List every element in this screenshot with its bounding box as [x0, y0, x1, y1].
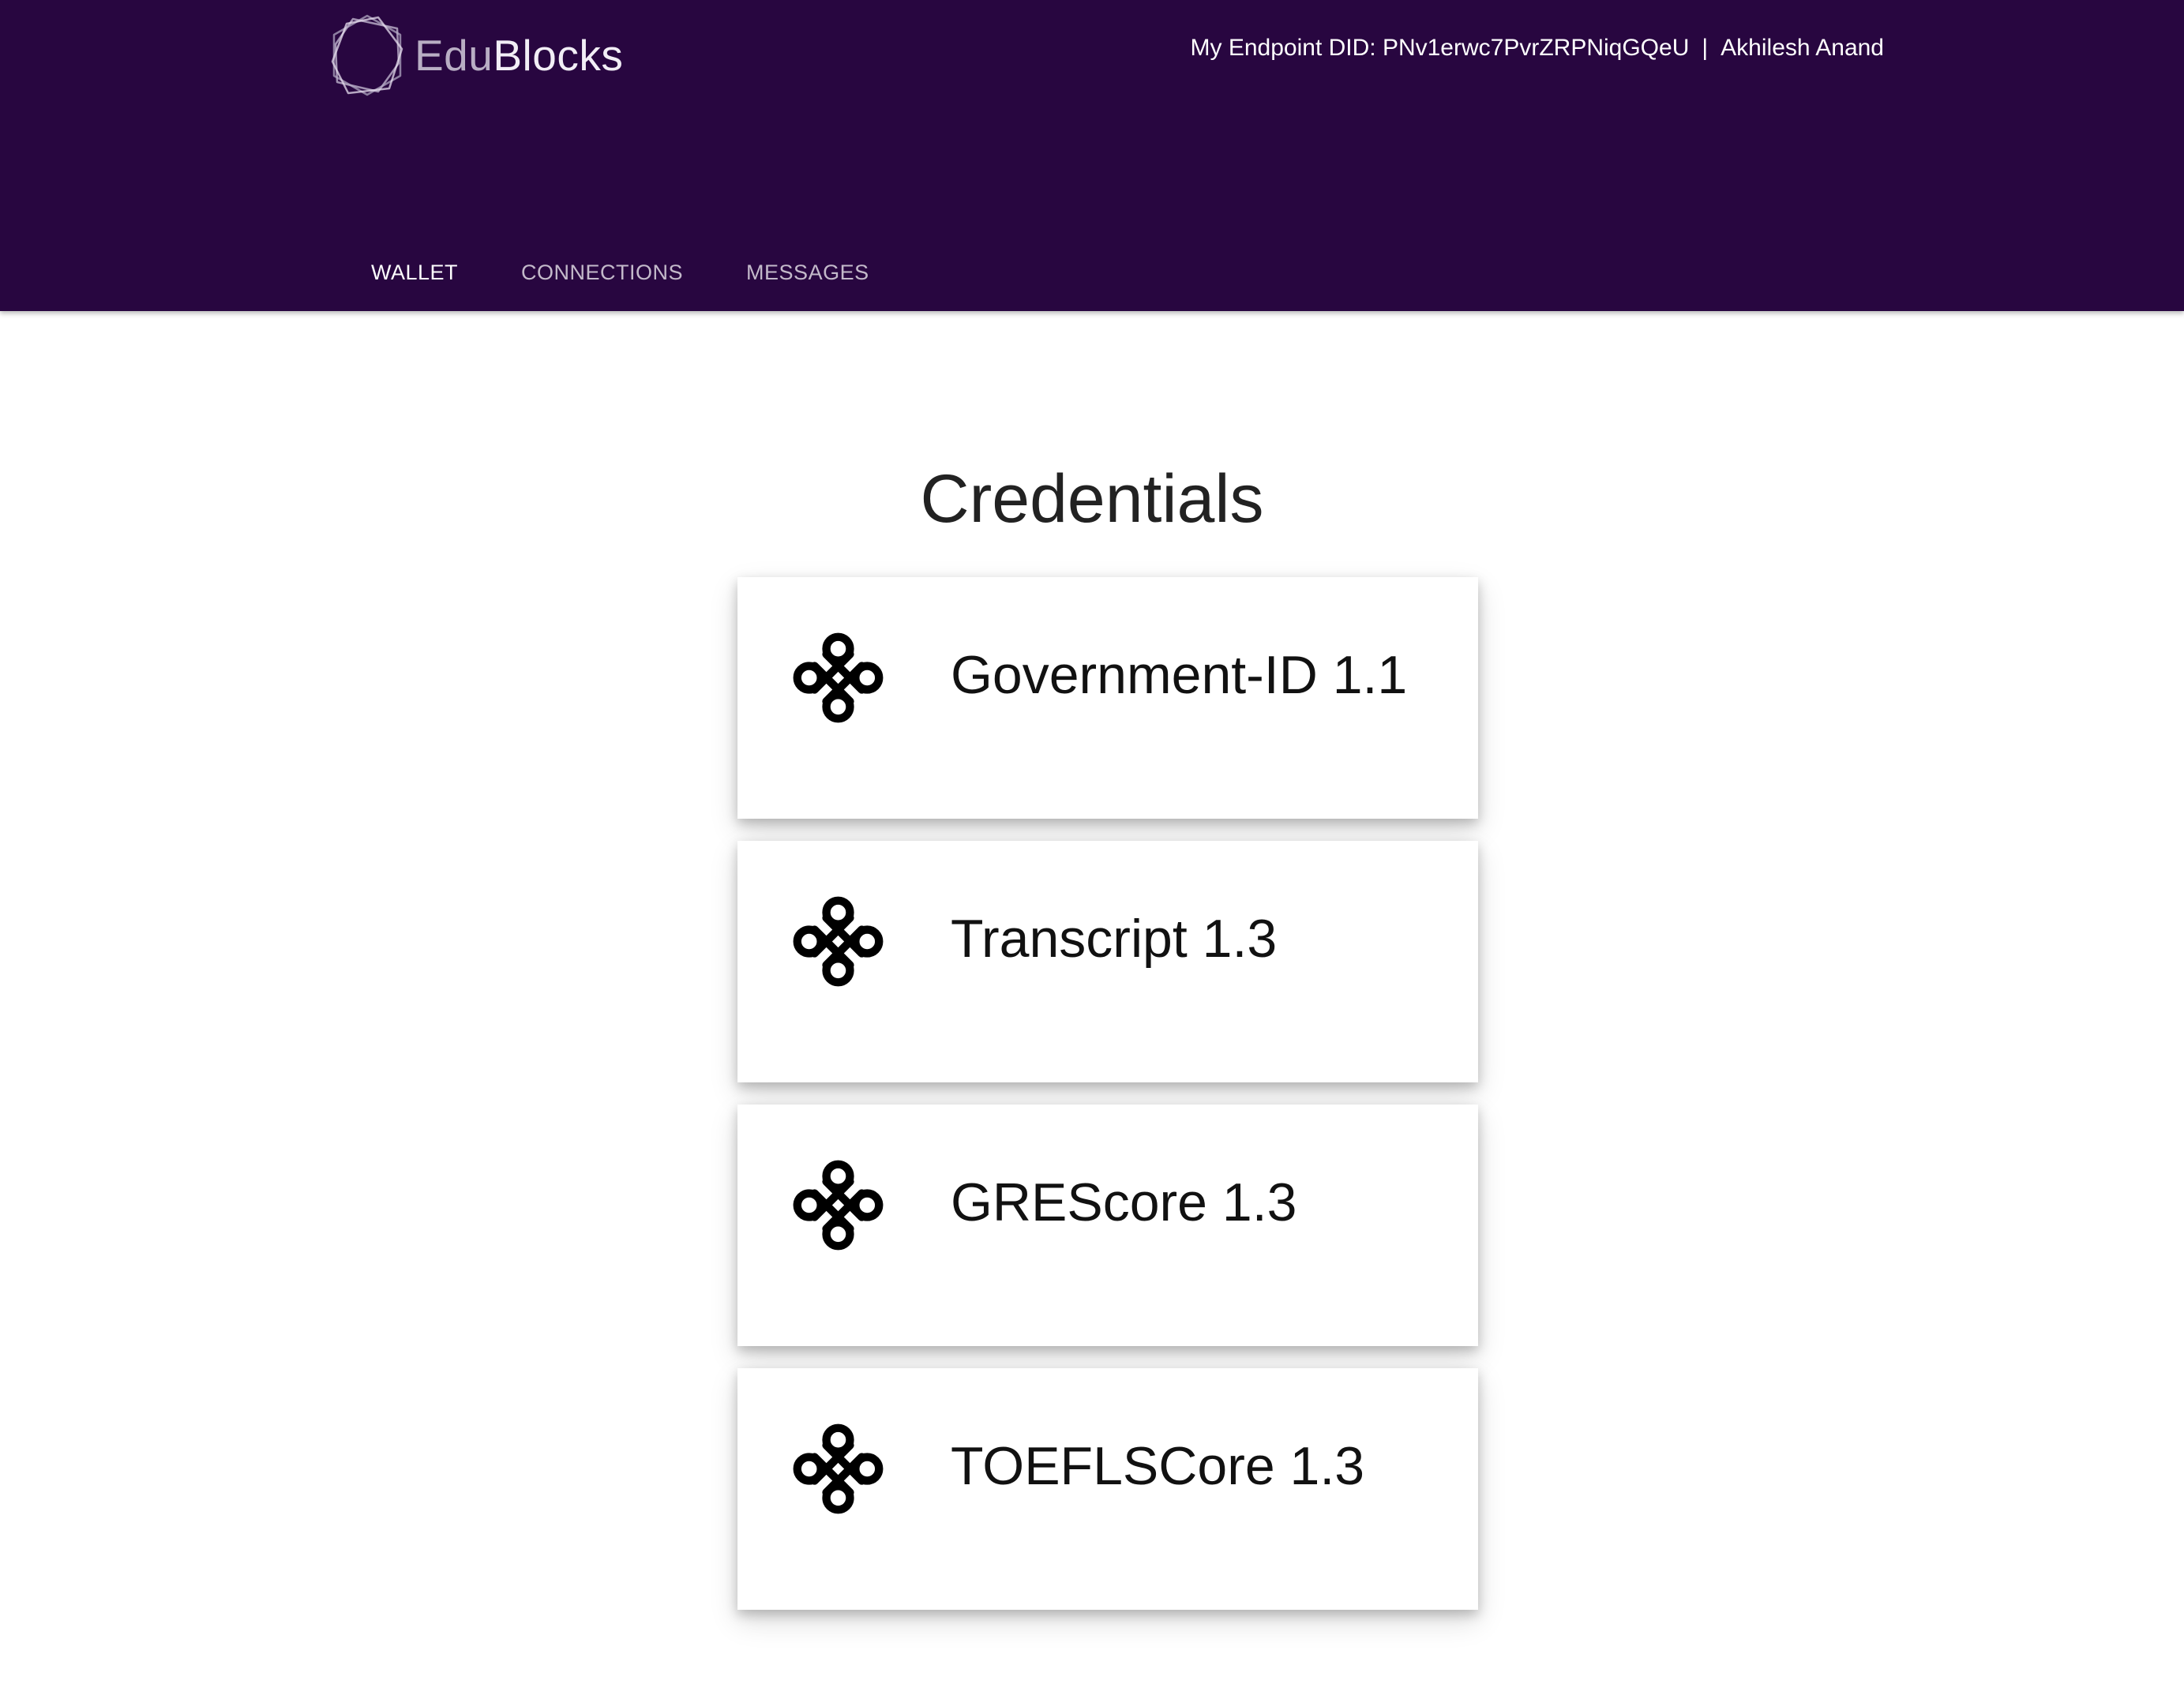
brand-name-bold: Blocks: [493, 30, 624, 80]
tab-messages[interactable]: MESSAGES: [715, 237, 901, 310]
header-separator: |: [1702, 35, 1709, 61]
user-name[interactable]: Akhilesh Anand: [1721, 35, 1884, 61]
credentials-list: Government-ID 1.1 Transcript 1.3 GREScor…: [737, 577, 1478, 1632]
brand-name: EduBlocks: [415, 30, 624, 80]
credential-card-grescore[interactable]: GREScore 1.3: [737, 1105, 1478, 1346]
knot-icon: [793, 1160, 884, 1251]
header-user-info: My Endpoint DID: PNv1erwc7PvrZRPNiqGQeU |…: [1191, 35, 1884, 62]
credential-card-transcript[interactable]: Transcript 1.3: [737, 841, 1478, 1082]
edublocks-logo[interactable]: EduBlocks: [329, 13, 623, 98]
credential-title: Transcript 1.3: [951, 909, 1278, 969]
brand-name-light: Edu: [415, 30, 493, 80]
hexagon-logo-icon: [331, 14, 403, 96]
tab-connections[interactable]: CONNECTIONS: [490, 237, 715, 310]
credential-card-toeflscore[interactable]: TOEFLSCore 1.3: [737, 1368, 1478, 1610]
knot-icon: [793, 1423, 884, 1514]
tab-wallet[interactable]: WALLET: [340, 237, 490, 310]
knot-icon: [793, 632, 884, 723]
nav-tabs: WALLET CONNECTIONS MESSAGES: [340, 237, 901, 310]
credential-title: Government-ID 1.1: [951, 645, 1408, 705]
credential-title: TOEFLSCore 1.3: [951, 1436, 1365, 1496]
endpoint-did: My Endpoint DID: PNv1erwc7PvrZRPNiqGQeU: [1190, 35, 1690, 61]
knot-icon: [793, 896, 884, 987]
credential-card-government-id[interactable]: Government-ID 1.1: [737, 577, 1478, 819]
credential-title: GREScore 1.3: [951, 1172, 1297, 1232]
app-header: EduBlocks My Endpoint DID: PNv1erwc7PvrZ…: [0, 0, 2184, 311]
page-title: Credentials: [920, 461, 1264, 537]
